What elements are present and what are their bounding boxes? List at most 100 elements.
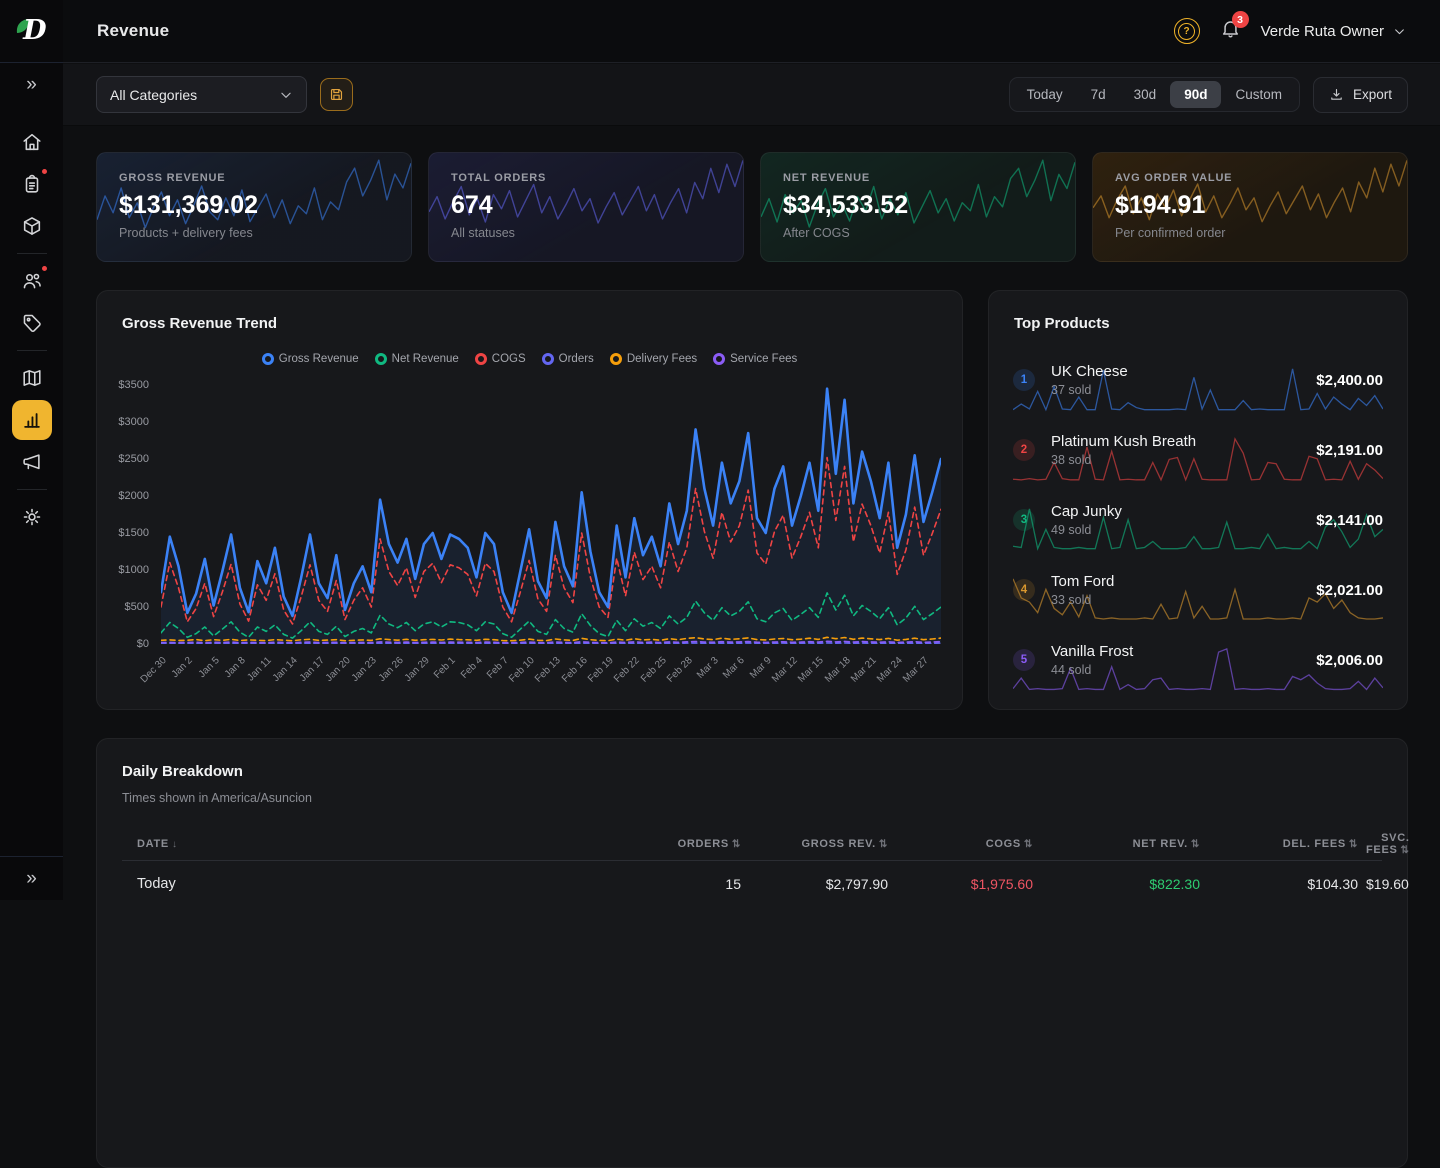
top-product-row[interactable]: 3Cap Junky49 sold$2,141.00 [1013, 485, 1383, 555]
sidebar-item-analytics[interactable] [12, 400, 52, 440]
stat-value: 674 [451, 191, 721, 220]
sidebar-collapse-button[interactable]: » [0, 856, 63, 900]
range-button-30d[interactable]: 30d [1120, 81, 1171, 108]
sidebar-item-customers[interactable] [12, 261, 52, 301]
table-cell: 15 [569, 876, 749, 892]
map-icon [21, 367, 43, 389]
product-units-sold: 33 sold [1051, 593, 1114, 607]
gear-icon [21, 506, 43, 528]
sidebar-item-settings[interactable] [12, 497, 52, 537]
chevrons-right-icon: » [26, 868, 37, 890]
legend-label: Net Revenue [392, 353, 459, 365]
column-label: DEL. FEES [1283, 838, 1346, 850]
save-view-button[interactable] [320, 78, 353, 111]
top-products-title: Top Products [1014, 315, 1110, 332]
y-tick-label: $3000 [118, 416, 149, 428]
legend-item-orders[interactable]: Orders [542, 353, 594, 365]
y-tick-label: $1500 [118, 527, 149, 539]
stat-card-total-orders: TOTAL ORDERS 674 All statuses [428, 152, 744, 262]
trend-plot [161, 385, 941, 644]
bar-chart-icon [21, 409, 43, 431]
sidebar-item-marketing[interactable] [12, 442, 52, 482]
legend-item-delivery-fees[interactable]: Delivery Fees [610, 353, 697, 365]
product-revenue: $2,141.00 [1316, 512, 1383, 529]
sort-icon: ↓ [172, 839, 178, 850]
sidebar-item-home[interactable] [12, 122, 52, 162]
y-tick-label: $0 [137, 638, 149, 650]
column-header-del-fees[interactable]: DEL. FEES⇅ [1208, 838, 1366, 850]
notifications-button[interactable]: 3 [1220, 18, 1241, 44]
y-tick-label: $2500 [118, 453, 149, 465]
trend-panel-title: Gross Revenue Trend [122, 315, 277, 332]
product-rank-badge: 4 [1013, 579, 1035, 601]
legend-item-net-revenue[interactable]: Net Revenue [375, 353, 459, 365]
sidebar-item-products[interactable] [12, 206, 52, 246]
sort-icon: ⇅ [1024, 839, 1033, 850]
column-header-orders[interactable]: ORDERS⇅ [569, 838, 749, 850]
export-label: Export [1353, 87, 1392, 102]
top-product-row[interactable]: 5Vanilla Frost44 sold$2,006.00 [1013, 625, 1383, 695]
product-revenue: $2,021.00 [1316, 582, 1383, 599]
column-header-date[interactable]: DATE↓ [122, 838, 569, 850]
sidebar: D » [0, 0, 63, 900]
y-tick-label: $1000 [118, 564, 149, 576]
legend-label: Orders [559, 353, 594, 365]
table-cell: $19.60 [1366, 876, 1417, 892]
sidebar-expand-button[interactable]: » [0, 63, 63, 107]
sidebar-item-tags[interactable] [12, 303, 52, 343]
range-button-custom[interactable]: Custom [1221, 81, 1296, 108]
table-header-row: DATE↓ORDERS⇅GROSS REV.⇅COGS⇅NET REV.⇅DEL… [122, 827, 1382, 861]
stat-label: GROSS REVENUE [119, 172, 389, 184]
legend-ring-icon [610, 353, 622, 365]
top-product-row[interactable]: 4Tom Ford33 sold$2,021.00 [1013, 555, 1383, 625]
user-menu[interactable]: Verde Ruta Owner [1261, 23, 1406, 40]
stat-label: NET REVENUE [783, 172, 1053, 184]
customers-alert-dot [40, 264, 49, 273]
sort-icon: ⇅ [1191, 839, 1200, 850]
top-product-row[interactable]: 2Platinum Kush Breath38 sold$2,191.00 [1013, 415, 1383, 485]
category-filter-select[interactable]: All Categories [96, 76, 307, 113]
stat-subtext: After COGS [783, 226, 1053, 240]
app-logo[interactable]: D [0, 0, 63, 63]
help-button[interactable]: ? [1174, 18, 1200, 44]
column-label: COGS [986, 838, 1021, 850]
legend-item-gross-revenue[interactable]: Gross Revenue [262, 353, 359, 365]
legend-item-cogs[interactable]: COGS [475, 353, 526, 365]
range-button-90d[interactable]: 90d [1170, 81, 1221, 108]
legend-item-service-fees[interactable]: Service Fees [713, 353, 797, 365]
column-header-cogs[interactable]: COGS⇅ [896, 838, 1041, 850]
sidebar-item-orders[interactable] [12, 164, 52, 204]
legend-label: Service Fees [730, 353, 797, 365]
top-product-row[interactable]: 1UK Cheese37 sold$2,400.00 [1013, 345, 1383, 415]
sidebar-divider [17, 489, 47, 490]
table-body: Today15$2,797.90$1,975.60$822.30$104.30$… [122, 861, 1382, 906]
range-button-7d[interactable]: 7d [1077, 81, 1120, 108]
export-button[interactable]: Export [1313, 77, 1408, 113]
legend-ring-icon [262, 353, 274, 365]
column-header-net-rev-[interactable]: NET REV.⇅ [1041, 838, 1208, 850]
y-tick-label: $500 [125, 601, 149, 613]
daily-breakdown-title: Daily Breakdown [122, 763, 1382, 780]
stat-value: $131,369.02 [119, 191, 389, 220]
cube-icon [21, 215, 43, 237]
home-icon [21, 131, 43, 153]
range-button-today[interactable]: Today [1013, 81, 1077, 108]
download-icon [1329, 87, 1344, 102]
product-rank-badge: 3 [1013, 509, 1035, 531]
stat-value: $34,533.52 [783, 191, 1053, 220]
product-units-sold: 44 sold [1051, 663, 1133, 677]
sort-icon: ⇅ [1401, 845, 1410, 856]
column-label: GROSS REV. [801, 838, 875, 850]
daily-breakdown-panel: Daily Breakdown Times shown in America/A… [96, 738, 1408, 1168]
main-content: GROSS REVENUE $131,369.02 Products + del… [63, 126, 1440, 1168]
column-header-svc-fees[interactable]: SVC. FEES⇅ [1366, 832, 1418, 856]
megaphone-icon [21, 451, 43, 473]
column-header-gross-rev-[interactable]: GROSS REV.⇅ [749, 838, 896, 850]
gross-revenue-trend-panel: Gross Revenue Trend Gross Revenue Net Rev… [96, 290, 963, 710]
product-units-sold: 38 sold [1051, 453, 1196, 467]
sidebar-item-map[interactable] [12, 358, 52, 398]
trend-legend: Gross Revenue Net Revenue COGS Orders Delive… [97, 353, 962, 365]
table-row[interactable]: Today15$2,797.90$1,975.60$822.30$104.30$… [122, 861, 1382, 906]
product-revenue: $2,400.00 [1316, 372, 1383, 389]
product-units-sold: 49 sold [1051, 523, 1122, 537]
